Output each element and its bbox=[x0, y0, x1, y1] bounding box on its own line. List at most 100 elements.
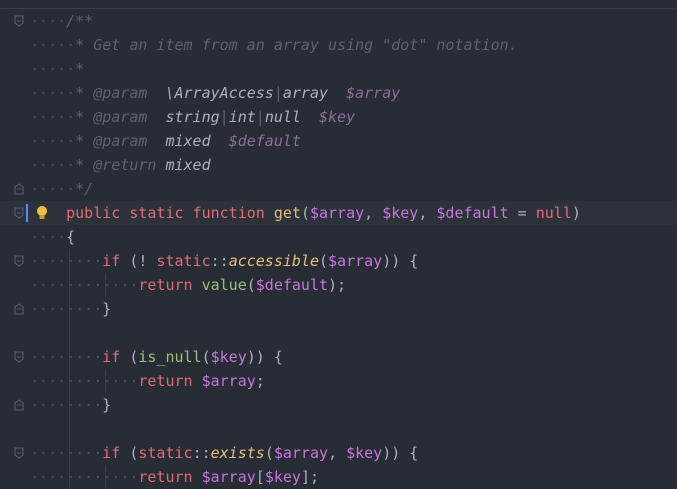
code-token: ( bbox=[319, 252, 329, 270]
code-line[interactable]: ·····*/ bbox=[0, 177, 677, 201]
code-line[interactable]: ········} bbox=[0, 297, 677, 321]
indent-whitespace: ····· bbox=[30, 156, 76, 174]
code-line[interactable]: ····/** bbox=[0, 9, 677, 33]
fold-icon[interactable] bbox=[14, 255, 24, 267]
indent-whitespace: ········ bbox=[30, 396, 103, 414]
code-token: $key bbox=[319, 108, 356, 126]
code-line[interactable]: ·····* @param \ArrayAccess|array $array bbox=[0, 81, 677, 105]
code-token: return bbox=[138, 468, 193, 486]
code-line[interactable]: ········} bbox=[0, 393, 677, 417]
code-line[interactable]: ·····* bbox=[0, 57, 677, 81]
code-token: $array bbox=[346, 84, 401, 102]
code-token: ( bbox=[264, 444, 274, 462]
indent-whitespace: ···· bbox=[30, 12, 67, 30]
code-token: } bbox=[102, 300, 112, 318]
code-token: :: bbox=[210, 252, 229, 270]
code-token: static bbox=[129, 204, 184, 222]
code-token: [ bbox=[255, 468, 265, 486]
code-line[interactable]: ········if (static::exists($array, $key)… bbox=[0, 441, 677, 465]
code-line[interactable]: ·····* @return mixed bbox=[0, 153, 677, 177]
code-token: * Get an item from an array using "dot" … bbox=[75, 36, 518, 54]
code-token: ( bbox=[120, 444, 139, 462]
code-token: $default bbox=[436, 204, 509, 222]
code-token: $array bbox=[201, 372, 256, 390]
indent-whitespace: ····· bbox=[30, 60, 76, 78]
code-text: ·····* @param mixed $default bbox=[30, 129, 301, 153]
code-token: return bbox=[138, 372, 193, 390]
fold-icon[interactable] bbox=[14, 207, 24, 219]
code-token: * bbox=[75, 60, 85, 78]
code-token: $default bbox=[255, 276, 329, 294]
code-token: $array bbox=[201, 468, 256, 486]
code-text: ·····* @return mixed bbox=[30, 153, 211, 177]
code-token: | bbox=[219, 108, 229, 126]
code-token: )) { bbox=[382, 444, 419, 462]
fold-icon[interactable] bbox=[14, 447, 24, 459]
code-token: @param bbox=[93, 108, 148, 126]
code-token: , bbox=[364, 204, 383, 222]
code-token: = bbox=[508, 204, 536, 222]
code-text: ············return $array[$key]; bbox=[30, 465, 319, 489]
code-line[interactable]: public static function get($array, $key,… bbox=[0, 201, 677, 225]
indent-whitespace: ············ bbox=[30, 276, 139, 294]
indent-whitespace: ····· bbox=[30, 180, 76, 198]
code-token: if bbox=[102, 252, 121, 270]
code-text: ········} bbox=[30, 297, 111, 321]
code-line[interactable] bbox=[0, 321, 677, 345]
code-token: * bbox=[75, 132, 94, 150]
code-line[interactable]: ·····* @param string|int|null $key bbox=[0, 105, 677, 129]
code-token: public bbox=[66, 204, 121, 222]
code-line[interactable]: ············return $array[$key]; bbox=[0, 465, 677, 489]
code-token: accessible bbox=[228, 252, 319, 270]
code-text: ·····*/ bbox=[30, 177, 93, 201]
code-line[interactable] bbox=[0, 417, 677, 441]
fold-icon[interactable] bbox=[14, 303, 24, 315]
code-line[interactable]: ········if (! static::accessible($array)… bbox=[0, 249, 677, 273]
indent-guide bbox=[105, 273, 107, 297]
code-line[interactable]: ············return value($default); bbox=[0, 273, 677, 297]
code-token: )) { bbox=[246, 348, 283, 366]
code-token: @param bbox=[93, 84, 148, 102]
code-token: } bbox=[102, 396, 112, 414]
indent-whitespace: ····· bbox=[30, 132, 76, 150]
code-text: ·····* @param \ArrayAccess|array $array bbox=[30, 81, 400, 105]
code-token: $key bbox=[210, 348, 247, 366]
indent-whitespace: ········ bbox=[30, 252, 103, 270]
code-token: ( bbox=[201, 348, 211, 366]
code-token: exists bbox=[210, 444, 265, 462]
code-line[interactable]: ············return $array; bbox=[0, 369, 677, 393]
fold-icon[interactable] bbox=[14, 183, 24, 195]
indent-whitespace: ····· bbox=[30, 84, 76, 102]
code-token: get bbox=[273, 204, 301, 222]
fold-icon[interactable] bbox=[14, 15, 24, 27]
code-token: array bbox=[282, 84, 329, 102]
code-line[interactable]: ·····* @param mixed $default bbox=[0, 129, 677, 153]
code-line[interactable]: ····{ bbox=[0, 225, 677, 249]
code-editor[interactable]: ····/** ·····* Get an item from an array … bbox=[0, 0, 677, 489]
fold-icon[interactable] bbox=[14, 399, 24, 411]
code-token: if bbox=[102, 348, 121, 366]
indent-guide bbox=[105, 369, 107, 393]
code-token: function bbox=[192, 204, 265, 222]
code-text: ·····* @param string|int|null $key bbox=[30, 105, 355, 129]
code-token: , bbox=[328, 444, 347, 462]
code-token: { bbox=[66, 228, 76, 246]
code-token: , bbox=[418, 204, 437, 222]
code-text: ········if (! static::accessible($array)… bbox=[30, 249, 418, 273]
fold-icon[interactable] bbox=[14, 351, 24, 363]
code-token: ; bbox=[255, 372, 265, 390]
code-token: @param bbox=[93, 132, 148, 150]
code-token: $key bbox=[264, 468, 301, 486]
code-line[interactable]: ········if (is_null($key)) { bbox=[0, 345, 677, 369]
code-text: public static function get($array, $key,… bbox=[30, 201, 581, 225]
code-token: * bbox=[75, 108, 94, 126]
code-line[interactable]: ·····* Get an item from an array using "… bbox=[0, 33, 677, 57]
code-text: ····/** bbox=[30, 9, 93, 33]
